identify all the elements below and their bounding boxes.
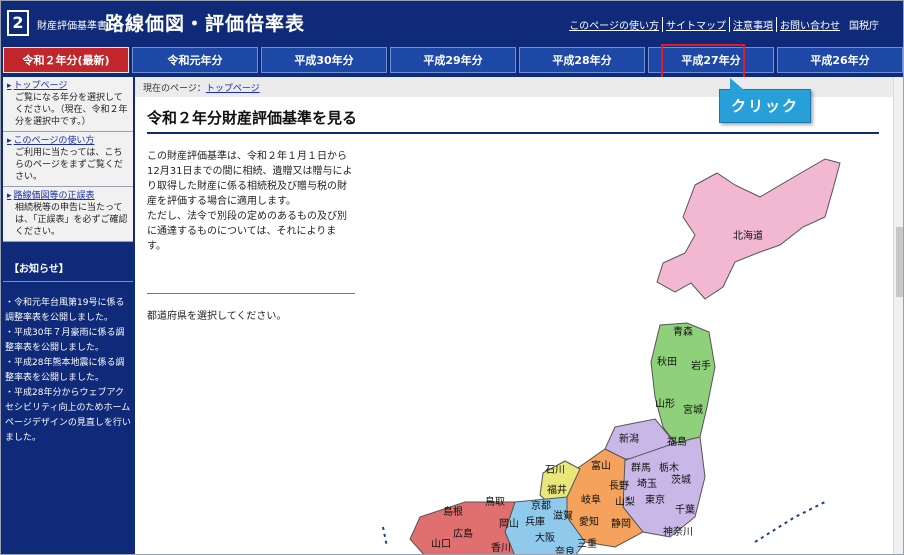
- intro-text: この財産評価基準は、令和２年１月１日から12月31日までの間に相続、遺贈又は贈与…: [147, 149, 355, 254]
- sidebar-block-top: トップページ ご覧になる年分を選択してください。（現在、令和２年分を選択中です。…: [3, 77, 133, 132]
- site-subtitle: 財産評価基準書: [37, 21, 107, 32]
- agency-name: 国税庁: [849, 21, 879, 32]
- intro-paragraph: この財産評価基準は、令和２年１月１日から12月31日までの間に相続、遺贈又は贈与…: [147, 151, 353, 207]
- sidebar-desc-top: ご覧になる年分を選択してください。（現在、令和２年分を選択中です。）: [15, 93, 128, 127]
- site-title: 路線価図・評価倍率表: [105, 13, 306, 35]
- notice-item: ・令和元年台風第19号に係る調整率表を公開しました。: [5, 298, 125, 323]
- sidebar-block-errata: 路線価図等の正誤表 相続税等の申告に当たっては、「正誤表」を必ずご確認ください。: [3, 187, 133, 242]
- sidebar: トップページ ご覧になる年分を選択してください。（現在、令和２年分を選択中です。…: [1, 77, 135, 554]
- tab-highlight-box: [661, 44, 745, 80]
- notice-item: ・平成28年分からウェブアクセシビリティ向上のためホームページデザインの見直しを…: [5, 388, 131, 443]
- sidebar-block-usage: このページの使い方 ご利用に当たっては、こちらのページをまずご覧ください。: [3, 132, 133, 187]
- notice-title: 【お知らせ】: [3, 252, 133, 282]
- notice-item: ・平成28年熊本地震に係る調整率表を公開しました。: [5, 358, 125, 383]
- sidebar-link-errata[interactable]: 路線価図等の正誤表: [7, 190, 129, 202]
- divider: [147, 293, 355, 294]
- main-content: 現在のページ：トップページ 令和２年分財産評価基準を見る この財産評価基準は、令…: [135, 77, 893, 554]
- sidebar-link-top[interactable]: トップページ: [7, 80, 129, 92]
- util-link-notes[interactable]: 注意事項: [730, 17, 777, 32]
- breadcrumb-link-top[interactable]: トップページ: [206, 84, 260, 94]
- intro-paragraph: ただし、法令で別段の定めのあるもの及び別に通達するものについては、それによります…: [147, 211, 347, 252]
- sidebar-desc-errata: 相続税等の申告に当たっては、「正誤表」を必ずご確認ください。: [15, 203, 128, 237]
- tab-heisei26[interactable]: 平成26年分: [777, 47, 903, 73]
- tab-reiwa1[interactable]: 令和元年分: [132, 47, 258, 73]
- site-header: 2 財産評価基準書 路線価図・評価倍率表 このページの使い方 サイトマップ 注意…: [1, 1, 903, 45]
- sidebar-link-usage[interactable]: このページの使い方: [7, 135, 129, 147]
- breadcrumb-prefix: 現在のページ：: [143, 84, 206, 94]
- utility-links: このページの使い方 サイトマップ 注意事項 お問い合わせ 国税庁: [566, 17, 879, 32]
- util-link-usage[interactable]: このページの使い方: [566, 17, 663, 32]
- select-prefecture-text: 都道府県を選択してください。: [147, 311, 287, 322]
- util-link-contact[interactable]: お問い合わせ: [777, 17, 843, 32]
- tab-reiwa2[interactable]: 令和２年分(最新): [3, 47, 129, 73]
- browser-page: 2 財産評価基準書 路線価図・評価倍率表 このページの使い方 サイトマップ 注意…: [0, 0, 904, 555]
- scrollbar-thumb[interactable]: [896, 227, 903, 297]
- notice-list: ・令和元年台風第19号に係る調整率表を公開しました。 ・平成30年７月豪雨に係る…: [1, 282, 135, 446]
- year-tabs: 令和２年分(最新) 令和元年分 平成30年分 平成29年分 平成28年分 平成2…: [1, 45, 903, 77]
- tab-heisei30[interactable]: 平成30年分: [261, 47, 387, 73]
- util-link-sitemap[interactable]: サイトマップ: [663, 17, 730, 32]
- click-callout: クリック: [719, 78, 811, 123]
- notice-item: ・平成30年７月豪雨に係る調整率表を公開しました。: [5, 328, 125, 353]
- tab-heisei28[interactable]: 平成28年分: [519, 47, 645, 73]
- logo-number-icon: 2: [7, 10, 29, 36]
- sidebar-desc-usage: ご利用に当たっては、こちらのページをまずご覧ください。: [15, 148, 123, 182]
- vertical-scrollbar[interactable]: [893, 77, 903, 554]
- tab-heisei29[interactable]: 平成29年分: [390, 47, 516, 73]
